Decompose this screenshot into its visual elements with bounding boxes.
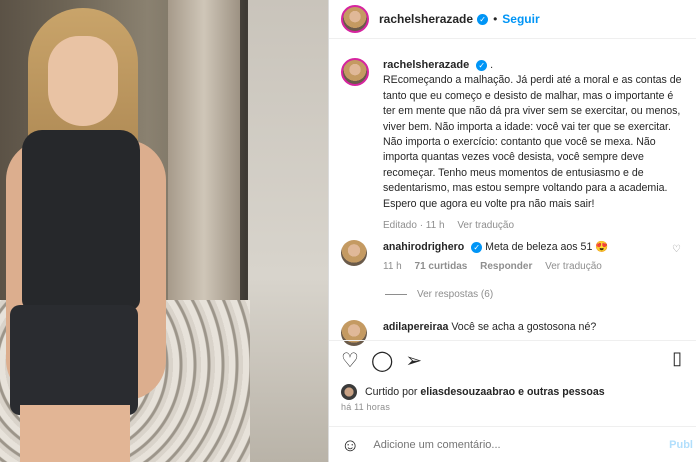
publish-button[interactable]: Publ [669, 439, 693, 451]
caption-username[interactable]: rachelsherazade [383, 59, 469, 71]
post-header: rachelsherazade ✓ • Seguir [329, 0, 696, 39]
caption-meta: Editado · 11 h Ver tradução [383, 218, 685, 233]
follow-button[interactable]: Seguir [502, 12, 539, 26]
liked-by: Curtido por eliasdesouzaabrao e outras p… [341, 384, 605, 400]
background-wall [248, 0, 328, 462]
view-replies-button[interactable]: Ver respostas (6) [385, 289, 493, 300]
comment-text: Meta de beleza aos 51 😍 [485, 241, 609, 253]
comment-like-heart-icon[interactable]: ♡ [672, 244, 681, 255]
person-legs [20, 405, 130, 462]
caption-text: REcomeçando a malhação. Já perdi até a m… [383, 74, 682, 210]
liked-suffix[interactable]: e outras pessoas [518, 386, 605, 398]
author-avatar[interactable] [341, 5, 369, 33]
commenter-avatar[interactable] [341, 240, 367, 266]
edited-time: Editado · 11 h [383, 220, 445, 232]
liked-prefix: Curtido por [365, 386, 418, 398]
bookmark-icon[interactable]: ▯ [672, 348, 682, 369]
heart-icon[interactable]: ♡ [341, 348, 359, 373]
author-username[interactable]: rachelsherazade [379, 12, 473, 26]
view-replies-label[interactable]: Ver respostas (6) [417, 289, 493, 300]
comment-body: adilapereiraa Você se acha a gostosona n… [383, 320, 683, 335]
liked-user[interactable]: eliasdesouzaabrao [420, 386, 515, 398]
comment-likes[interactable]: 71 curtidas [415, 261, 468, 272]
actions-divider [329, 340, 696, 341]
verified-badge-icon: ✓ [477, 13, 489, 25]
comment-icon[interactable]: ◯ [371, 348, 393, 373]
separator-dot: • [493, 12, 498, 26]
person-shorts [10, 305, 138, 415]
caption-body: rachelsherazade ✓ . REcomeçando a malhaç… [383, 58, 685, 233]
commenter-username[interactable]: anahirodrighero [383, 241, 464, 253]
comment-text: Você se acha a gostosona né? [451, 321, 597, 333]
liker-avatar[interactable] [341, 384, 357, 400]
person-top [22, 130, 140, 310]
commenter-avatar[interactable] [341, 320, 367, 346]
reply-button[interactable]: Responder [480, 261, 532, 272]
post-panel: rachelsherazade ✓ • Seguir rachelsheraza… [328, 0, 696, 462]
caption-avatar[interactable] [341, 58, 369, 86]
background-pillar [168, 0, 240, 300]
verified-badge-icon: ✓ [471, 241, 483, 253]
replies-line [385, 294, 407, 295]
comment-body: anahirodrighero ✓ Meta de beleza aos 51 … [383, 240, 683, 274]
post-timestamp: há 11 horas [341, 402, 391, 412]
person-face [48, 36, 118, 126]
translate-link[interactable]: Ver tradução [457, 220, 514, 231]
share-icon[interactable]: ➢ [405, 348, 422, 373]
comment-composer: ☺ Publ [329, 426, 696, 463]
post-photo[interactable] [0, 0, 328, 462]
comment-meta: 11 h 71 curtidas Responder Ver tradução [383, 259, 683, 274]
post-actions: ♡ ◯ ➢ [341, 348, 422, 373]
caption-trail: . [490, 59, 494, 71]
verified-badge-icon: ✓ [476, 59, 488, 71]
comment-time: 11 h [383, 261, 402, 272]
commenter-username[interactable]: adilapereiraa [383, 321, 448, 333]
comment-input[interactable] [371, 438, 666, 452]
comment-translate-link[interactable]: Ver tradução [545, 261, 602, 272]
emoji-icon[interactable]: ☺ [341, 435, 359, 456]
